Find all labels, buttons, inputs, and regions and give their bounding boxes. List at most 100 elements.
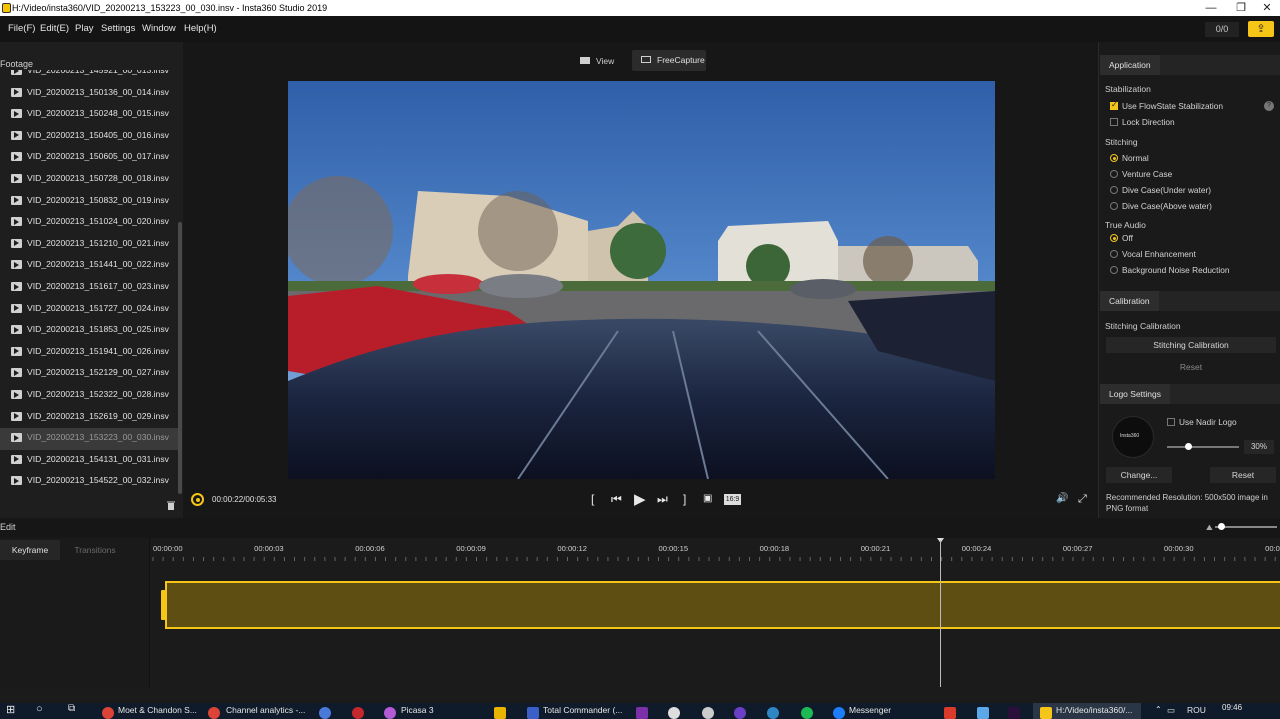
volume-icon[interactable]: 🔊 xyxy=(1056,493,1068,504)
app-icon[interactable] xyxy=(944,707,956,719)
logo-size-slider[interactable] xyxy=(1167,446,1239,448)
chrome-icon[interactable] xyxy=(102,707,114,719)
list-item[interactable]: VID_20200213_152619_00_029.insv xyxy=(0,407,178,429)
spotify-icon[interactable] xyxy=(801,707,813,719)
menu-play[interactable]: Play xyxy=(75,23,93,34)
logo-preview: Insta360 xyxy=(1112,416,1154,458)
list-item[interactable]: VID_20200213_152129_00_027.insv xyxy=(0,363,178,385)
app-icon[interactable] xyxy=(702,707,714,719)
aspect-ratio-button[interactable]: 16:9 xyxy=(724,494,741,505)
menu-edit[interactable]: Edit(E) xyxy=(40,23,69,34)
timeline-tick-label: 00:00:12 xyxy=(557,544,587,553)
list-item[interactable]: VID_20200213_151853_00_025.insv xyxy=(0,320,178,342)
app-icon[interactable] xyxy=(352,707,364,719)
taskbar-item-total-commander[interactable]: Total Commander (... xyxy=(543,705,622,719)
list-item[interactable]: VID_20200213_151210_00_021.insv xyxy=(0,234,178,256)
list-item[interactable]: VID_20200213_151617_00_023.insv xyxy=(0,277,178,299)
minimize-button[interactable]: — xyxy=(1196,1,1226,15)
list-item[interactable]: VID_20200213_150832_00_019.insv xyxy=(0,191,178,213)
change-logo-button[interactable]: Change... xyxy=(1106,467,1172,483)
list-item[interactable]: VID_20200213_154131_00_031.insv xyxy=(0,450,178,472)
timeline-zoom-knob[interactable] xyxy=(1218,523,1225,530)
list-item[interactable]: VID_20200213_154522_00_032.insv xyxy=(0,471,178,493)
application-title[interactable]: Application xyxy=(1100,55,1160,75)
list-item[interactable]: VID_20200213_145921_00_013.insv xyxy=(0,70,178,83)
search-icon[interactable]: ○ xyxy=(36,703,43,717)
snapshot-icon[interactable]: ▣ xyxy=(703,493,712,504)
calibration-title[interactable]: Calibration xyxy=(1100,291,1159,311)
mark-out-icon[interactable]: ] xyxy=(683,492,686,506)
tab-view[interactable]: View xyxy=(571,51,629,71)
taskbar-item-insta360[interactable]: H:/Video/insta360/... xyxy=(1056,705,1132,719)
app-icon[interactable] xyxy=(668,707,680,719)
nadir-logo-label: Use Nadir Logo xyxy=(1179,417,1237,427)
prev-frame-icon[interactable]: ⏮ xyxy=(611,492,622,507)
mark-in-icon[interactable]: [ xyxy=(591,492,594,506)
taskbar-item-picasa[interactable]: Picasa 3 xyxy=(401,705,434,719)
gyro-icon[interactable] xyxy=(191,493,204,506)
play-icon[interactable]: ▶ xyxy=(634,490,646,508)
total-commander-icon[interactable] xyxy=(527,707,539,719)
taskbar-item-moet[interactable]: Moet & Chandon S... xyxy=(118,705,197,719)
taskbar-item-channel[interactable]: Channel analytics -... xyxy=(226,705,305,719)
language-indicator[interactable]: ROU xyxy=(1187,705,1206,719)
list-item[interactable]: VID_20200213_151941_00_026.insv xyxy=(0,342,178,364)
file-name: VID_20200213_152619_00_029.insv xyxy=(27,410,169,421)
playhead[interactable] xyxy=(940,540,941,687)
clock[interactable]: 09:46 xyxy=(1222,703,1242,717)
close-button[interactable]: ✕ xyxy=(1252,1,1280,15)
list-item[interactable]: VID_20200213_152322_00_028.insv xyxy=(0,385,178,407)
help-icon[interactable]: ? xyxy=(1264,101,1274,111)
calibration-section: Calibration xyxy=(1100,291,1280,311)
file-name: VID_20200213_154131_00_031.insv xyxy=(27,453,169,464)
menu-help[interactable]: Help(H) xyxy=(184,23,217,34)
app-icon[interactable] xyxy=(977,707,989,719)
video-clip[interactable] xyxy=(165,581,1280,629)
app-icon[interactable] xyxy=(319,707,331,719)
tab-transitions[interactable]: Transitions xyxy=(62,540,128,560)
list-item[interactable]: VID_20200213_150136_00_014.insv xyxy=(0,83,178,105)
list-item[interactable]: VID_20200213_153223_00_030.insv xyxy=(0,428,178,450)
trash-icon[interactable] xyxy=(167,501,175,510)
chrome-icon[interactable] xyxy=(208,707,220,719)
list-item[interactable]: VID_20200213_150605_00_017.insv xyxy=(0,147,178,169)
menu-file[interactable]: File(F) xyxy=(8,23,35,34)
list-item[interactable]: VID_20200213_151727_00_024.insv xyxy=(0,299,178,321)
list-item[interactable]: VID_20200213_150405_00_016.insv xyxy=(0,126,178,148)
radio-icon xyxy=(1110,154,1118,162)
logo-size-slider-knob[interactable] xyxy=(1185,443,1192,450)
list-item[interactable]: VID_20200213_151024_00_020.insv xyxy=(0,212,178,234)
network-icon[interactable]: ▭ xyxy=(1167,705,1175,719)
folder-icon[interactable] xyxy=(494,707,506,719)
next-frame-icon[interactable]: ⏭ xyxy=(657,492,668,507)
wordpress-icon[interactable] xyxy=(767,707,779,719)
tray-chevron-icon[interactable]: ⌃ xyxy=(1155,705,1162,719)
taskbar-item-messenger[interactable]: Messenger xyxy=(849,705,891,719)
list-item[interactable]: VID_20200213_150728_00_018.insv xyxy=(0,169,178,191)
list-item[interactable]: VID_20200213_150248_00_015.insv xyxy=(0,104,178,126)
tab-keyframe[interactable]: Keyframe xyxy=(0,540,60,560)
menu-window[interactable]: Window xyxy=(142,23,176,34)
messenger-icon[interactable] xyxy=(833,707,845,719)
onenote-icon[interactable] xyxy=(636,707,648,719)
stitching-calibration-button[interactable]: Stitching Calibration xyxy=(1106,337,1276,353)
insta360-icon[interactable] xyxy=(1040,707,1052,719)
menu-settings[interactable]: Settings xyxy=(101,23,135,34)
calibration-reset-button[interactable]: Reset xyxy=(1106,359,1276,375)
picasa-icon[interactable] xyxy=(384,707,396,719)
task-view-icon[interactable]: ⧉ xyxy=(68,703,75,717)
premiere-icon[interactable] xyxy=(1008,707,1020,719)
app-icon[interactable] xyxy=(734,707,746,719)
file-name: VID_20200213_151941_00_026.insv xyxy=(27,345,169,356)
fullscreen-icon[interactable]: ⤢ xyxy=(1078,493,1087,506)
windows-start-icon[interactable]: ⊞ xyxy=(6,703,15,717)
logo-size-value[interactable]: 30% xyxy=(1244,440,1274,454)
lock-direction-check-icon xyxy=(1110,118,1118,126)
list-item[interactable]: VID_20200213_151441_00_022.insv xyxy=(0,255,178,277)
logo-title[interactable]: Logo Settings xyxy=(1100,384,1170,404)
footage-scrollbar[interactable] xyxy=(178,222,182,494)
video-preview[interactable] xyxy=(288,81,995,479)
logo-reset-button[interactable]: Reset xyxy=(1210,467,1276,483)
tab-freecapture[interactable]: FreeCapture xyxy=(632,50,706,71)
export-button[interactable]: ⇪ xyxy=(1248,21,1274,37)
